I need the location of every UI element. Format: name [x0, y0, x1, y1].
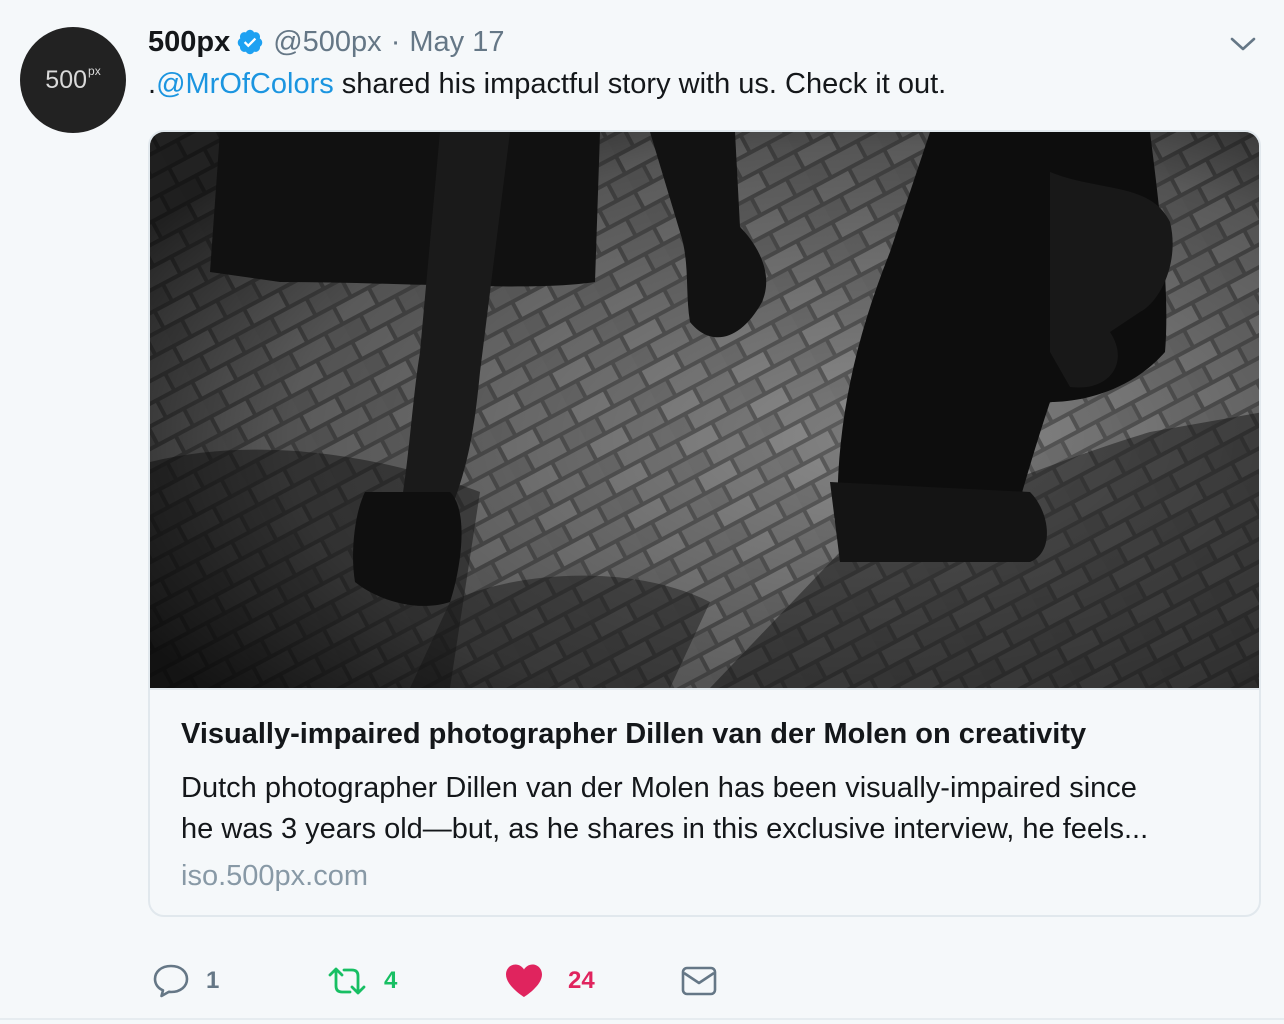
- like-button[interactable]: 24: [504, 958, 595, 1004]
- verified-badge-icon: [237, 29, 263, 55]
- avatar-logo-sup: px: [88, 63, 101, 78]
- card-title[interactable]: Visually-impaired photographer Dillen va…: [181, 718, 1086, 751]
- avatar-logo-text: 500: [45, 65, 88, 94]
- more-options-button[interactable]: [1226, 30, 1260, 58]
- card-description-line: he was 3 years old—but, as he shares in …: [181, 813, 1149, 845]
- tweet-date[interactable]: May 17: [409, 26, 504, 59]
- tweet-text-prefix: .: [148, 68, 157, 100]
- card-image[interactable]: [150, 132, 1261, 688]
- direct-message-button[interactable]: [680, 958, 718, 1004]
- tweet-header: 500px @500px · May 17: [148, 24, 504, 60]
- card-domain: iso.500px.com: [181, 860, 368, 892]
- author-name[interactable]: 500px: [148, 26, 230, 59]
- retweet-icon: [328, 967, 366, 995]
- heart-icon: [506, 964, 542, 997]
- tweet-actions: 1 4 24: [0, 958, 1284, 1004]
- author-handle[interactable]: @500px: [273, 26, 381, 59]
- like-count: 24: [568, 967, 595, 994]
- retweet-count: 4: [384, 967, 398, 994]
- link-card[interactable]: Visually-impaired photographer Dillen va…: [148, 130, 1261, 917]
- card-body[interactable]: Visually-impaired photographer Dillen va…: [150, 688, 1259, 915]
- card-description-line: Dutch photographer Dillen van der Molen …: [181, 772, 1137, 804]
- tweet-text-body: shared his impactful story with us. Chec…: [333, 68, 947, 100]
- reply-icon: [153, 964, 189, 998]
- tweet[interactable]: 500 px 500px @500px · May 17 .@MrOfColors…: [0, 0, 1284, 1020]
- chevron-down-icon: [1230, 37, 1256, 51]
- reply-button[interactable]: 1: [152, 958, 219, 1004]
- retweet-button[interactable]: 4: [326, 958, 397, 1004]
- tweet-text: .@MrOfColors shared his impactful story …: [148, 68, 946, 101]
- mention-link[interactable]: @MrOfColors: [156, 68, 334, 100]
- avatar-logo: 500 px: [45, 63, 101, 95]
- reply-count: 1: [206, 967, 220, 994]
- header-separator: ·: [390, 25, 401, 58]
- envelope-icon: [681, 966, 717, 996]
- card-description: Dutch photographer Dillen van der Molen …: [181, 768, 1241, 850]
- avatar[interactable]: 500 px: [20, 27, 126, 133]
